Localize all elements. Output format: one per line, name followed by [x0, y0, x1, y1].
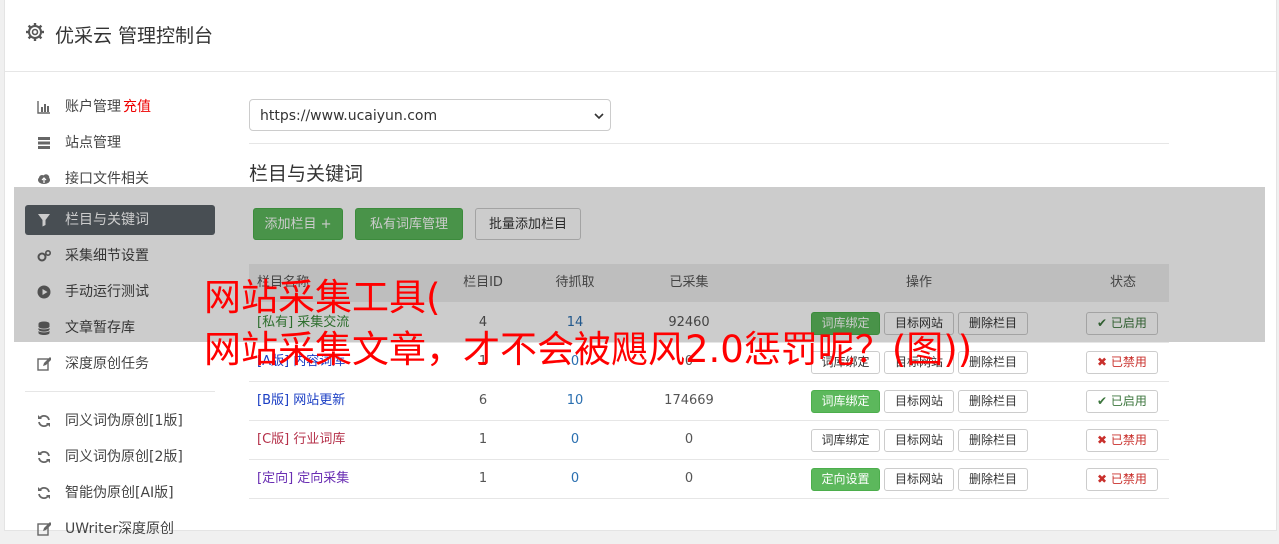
status-label: 已启用 [1110, 394, 1147, 408]
sidebar-item-label: 站点管理 [65, 135, 121, 151]
column-id: 6 [478, 393, 488, 408]
edit-icon [37, 522, 51, 536]
delete-column-button[interactable]: 删除栏目 [958, 390, 1028, 413]
status-label: 已禁用 [1110, 433, 1147, 447]
column-name[interactable]: [B版] 网站更新 [257, 381, 345, 420]
close-icon: ✖ [1097, 355, 1111, 369]
site-select-value: https://www.ucaiyun.com [260, 108, 438, 124]
column-tag: [B版] [257, 393, 290, 408]
chevron-down-icon [594, 113, 604, 120]
target-site-button[interactable]: 目标网站 [884, 390, 954, 413]
delete-column-button[interactable]: 删除栏目 [958, 468, 1028, 491]
column-title: 网站更新 [293, 393, 346, 408]
overlay-caption: 网站采集工具( 网站采集文章，才不会被飓风2.0惩罚呢？(图)) [204, 272, 972, 376]
column-title: 行业词库 [293, 432, 346, 447]
column-title: 定向采集 [297, 471, 350, 486]
sidebar-item-synonym-v2[interactable]: 同义词伪原创[2版] [25, 442, 215, 472]
status-label: 已禁用 [1110, 355, 1147, 369]
close-icon: ✖ [1097, 472, 1111, 486]
server-icon [38, 137, 50, 149]
collected-count: 0 [684, 432, 694, 447]
overlay-line-1: 网站采集工具( [204, 276, 441, 319]
sidebar-item-synonym-v1[interactable]: 同义词伪原创[1版] [25, 406, 215, 436]
page-title: 优采云 管理控制台 [55, 25, 214, 47]
sidebar-item-sites[interactable]: 站点管理 [25, 128, 215, 158]
site-select[interactable]: https://www.ucaiyun.com [249, 99, 611, 131]
status-label: 已禁用 [1110, 472, 1147, 486]
edit-icon [37, 357, 51, 371]
table-row: [C版] 行业词库 1 0 0 词库绑定 目标网站 删除栏目 ✖ 已禁用 [249, 420, 1169, 460]
column-name[interactable]: [定向] 定向采集 [257, 459, 349, 498]
close-icon: ✖ [1097, 433, 1111, 447]
cloud-upload-icon [38, 174, 50, 184]
check-icon: ✔ [1097, 394, 1111, 408]
column-tag: [定向] [257, 471, 294, 486]
sidebar-item-ai[interactable]: 智能伪原创[AI版] [25, 478, 215, 508]
overlay-line-2: 网站采集文章，才不会被飓风2.0惩罚呢？(图)) [204, 328, 973, 371]
status-toggle[interactable]: ✖ 已禁用 [1086, 468, 1158, 491]
status-toggle[interactable]: ✖ 已禁用 [1086, 429, 1158, 452]
target-site-button[interactable]: 目标网站 [884, 468, 954, 491]
column-id: 1 [478, 432, 488, 447]
refresh-icon [38, 415, 50, 427]
delete-column-button[interactable]: 删除栏目 [958, 429, 1028, 452]
pending-count[interactable]: 10 [535, 381, 615, 420]
refresh-icon [38, 487, 50, 499]
status-toggle[interactable]: ✖ 已禁用 [1086, 351, 1158, 374]
gear-icon [26, 23, 44, 41]
target-site-button[interactable]: 目标网站 [884, 429, 954, 452]
sidebar-item-label: 深度原创任务 [65, 356, 149, 372]
bar-chart-icon [37, 101, 50, 114]
sidebar-item-uwriter[interactable]: UWriter深度原创 [25, 514, 215, 544]
bind-lexicon-button[interactable]: 词库绑定 [811, 390, 880, 413]
bind-lexicon-button[interactable]: 词库绑定 [811, 429, 880, 452]
status-toggle[interactable]: ✔ 已启用 [1086, 390, 1158, 413]
refresh-icon [38, 451, 50, 463]
collected-count: 174669 [664, 393, 714, 408]
sidebar-item-label: 智能伪原创[AI版] [65, 485, 174, 501]
sidebar-item-label: 同义词伪原创[2版] [65, 449, 183, 465]
sidebar-item-deep-original[interactable]: 深度原创任务 [25, 349, 215, 379]
bind-lexicon-button[interactable]: 定向设置 [811, 468, 880, 491]
pending-count[interactable]: 0 [535, 420, 615, 459]
column-tag: [C版] [257, 432, 290, 447]
pending-count[interactable]: 0 [535, 459, 615, 498]
sidebar-divider [25, 391, 215, 392]
column-id: 1 [478, 471, 488, 486]
header: 优采云 管理控制台 [5, 0, 1276, 72]
column-name[interactable]: [C版] 行业词库 [257, 420, 345, 459]
sidebar-item-label: 同义词伪原创[1版] [65, 413, 183, 429]
divider [249, 143, 1169, 144]
table-row: [B版] 网站更新 6 10 174669 词库绑定 目标网站 删除栏目 ✔ 已启用 [249, 381, 1169, 421]
table-row: [定向] 定向采集 1 0 0 定向设置 目标网站 删除栏目 ✖ 已禁用 [249, 459, 1169, 499]
recharge-link[interactable]: 充值 [123, 99, 151, 115]
sidebar-item-label: UWriter深度原创 [65, 521, 174, 537]
sidebar-item-label: 账户管理 [65, 99, 121, 115]
section-title: 栏目与关键词 [249, 163, 364, 185]
collected-count: 0 [684, 471, 694, 486]
sidebar-item-account[interactable]: 账户管理 充值 [25, 92, 215, 122]
